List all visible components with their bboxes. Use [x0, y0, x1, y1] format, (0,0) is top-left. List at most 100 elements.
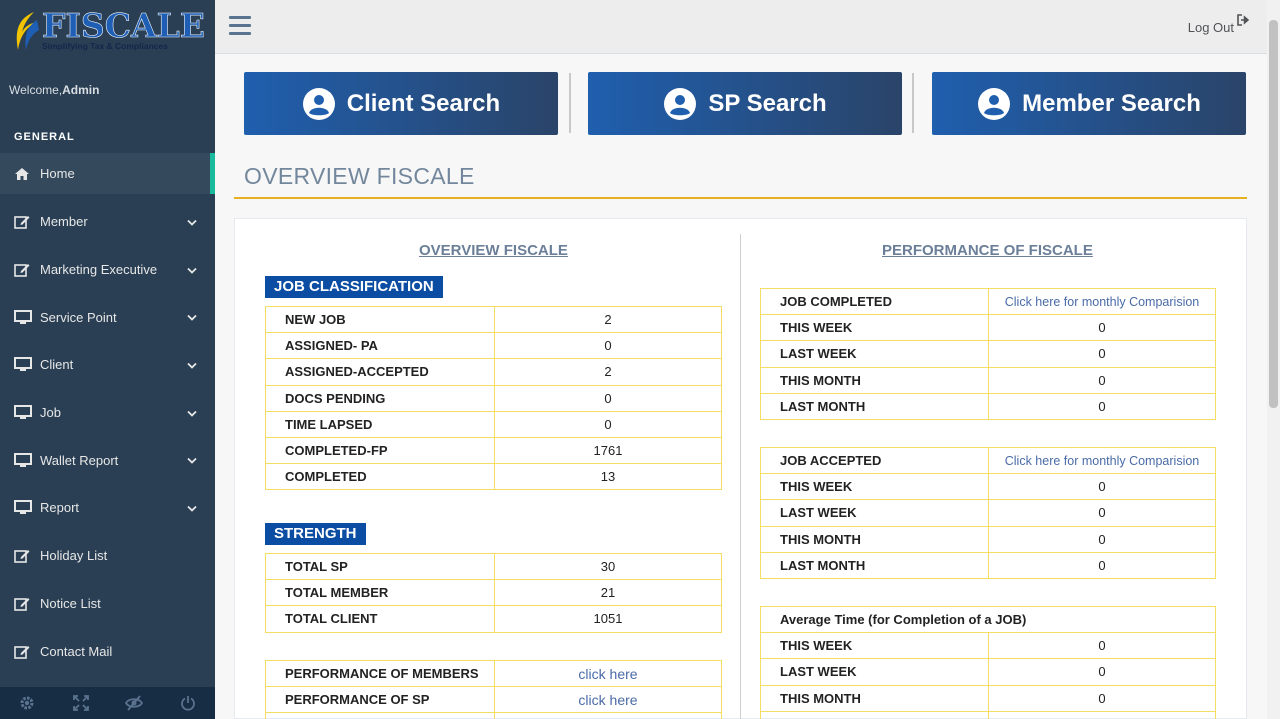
table-row: DOCS PENDING 0: [265, 384, 722, 412]
title-divider: [234, 197, 1247, 199]
sidebar-item-label: Home: [40, 166, 75, 181]
monthly-comparison-link[interactable]: Click here for monthly Comparision: [988, 446, 1216, 475]
row-label: LAST MONTH: [760, 392, 989, 420]
row-label: THIS WEEK: [760, 314, 989, 342]
row-label: DOCS PENDING: [265, 384, 495, 412]
monitor-icon: [14, 405, 34, 420]
table-title: JOB COMPLETED: [760, 287, 989, 316]
sidebar-item-marketing-executive[interactable]: Marketing Executive: [0, 246, 215, 294]
row-label: LAST WEEK: [760, 499, 989, 527]
client-search-button[interactable]: Client Search: [244, 72, 558, 135]
page-scrollbar[interactable]: [1267, 0, 1280, 719]
overview-heading-link[interactable]: OVERVIEW FISCALE: [419, 242, 568, 259]
row-value: 1761: [494, 436, 722, 465]
table-row: THIS WEEK 0: [760, 473, 1216, 501]
power-icon[interactable]: [161, 687, 215, 719]
table-row: THIS MONTH 0: [760, 525, 1216, 553]
sidebar-item-service-point[interactable]: Service Point: [0, 293, 215, 341]
client-search-label: Client Search: [346, 89, 501, 117]
scrollbar-thumb[interactable]: [1269, 20, 1278, 408]
settings-icon[interactable]: [0, 687, 54, 719]
table-row: LAST MONTH 0: [760, 551, 1216, 579]
chevron-down-icon: [187, 405, 197, 420]
sidebar-item-label: Report: [40, 500, 80, 516]
logout-label: Log Out: [1187, 20, 1234, 35]
performance-members-link[interactable]: click here: [494, 659, 722, 688]
row-label: TIME LAPSED: [265, 410, 495, 438]
row-value: 2: [494, 305, 722, 334]
sidebar-item-client[interactable]: Client: [0, 341, 215, 389]
home-icon: [14, 167, 34, 181]
table-row: LAST MONTH 0: [760, 392, 1216, 420]
table-row: [760, 710, 1216, 719]
strength-table: TOTAL SP 30 TOTAL MEMBER 21 TOTAL CLIENT 10…: [265, 552, 722, 633]
sidebar-item-notice-list[interactable]: Notice List: [0, 580, 215, 628]
row-value: 0: [988, 658, 1216, 686]
job-classification-table: NEW JOB 2 ASSIGNED- PA 0 ASSIGNED-ACCEPTED…: [265, 305, 722, 491]
table-row: NEW JOB 2: [265, 305, 722, 334]
table-row: TOTAL SP 30: [265, 552, 722, 581]
average-time-table: Average Time (for Completion of a JOB) T…: [760, 605, 1216, 719]
table-row: THIS WEEK 0: [760, 314, 1216, 342]
row-label: THIS MONTH: [760, 684, 989, 712]
table-row: COMPLETED 13: [265, 463, 722, 491]
sidebar-item-contact-mail[interactable]: Contact Mail: [0, 627, 215, 675]
member-search-button[interactable]: Member Search: [932, 72, 1246, 135]
sidebar-item-label: Member: [40, 214, 88, 230]
sidebar-item-holiday-list[interactable]: Holiday List: [0, 532, 215, 580]
monitor-icon: [14, 452, 34, 468]
button-divider: [912, 73, 914, 133]
sidebar-item-job[interactable]: Job: [0, 389, 215, 437]
row-value: 0: [988, 551, 1216, 579]
table-title: Average Time (for Completion of a JOB): [760, 605, 1216, 634]
menu-toggle-icon[interactable]: [229, 16, 251, 36]
sp-search-button[interactable]: SP Search: [588, 72, 902, 135]
table-row: [265, 712, 722, 719]
performance-sp-link[interactable]: click here: [494, 686, 722, 714]
chevron-down-icon: [187, 357, 197, 372]
table-header-row: JOB ACCEPTED Click here for monthly Compa…: [760, 446, 1216, 475]
user-circle-icon: [978, 87, 1011, 120]
edit-icon: [14, 262, 34, 277]
table-row: COMPLETED-FP 1761: [265, 436, 722, 465]
row-label: COMPLETED-FP: [265, 436, 495, 465]
row-value: 1051: [494, 605, 722, 633]
user-name: Admin: [62, 83, 100, 97]
column-divider: [740, 234, 741, 719]
row-value: 0: [988, 684, 1216, 712]
sidebar-item-label: Contact Mail: [40, 643, 113, 659]
strength-tag: STRENGTH: [265, 523, 366, 545]
table-title: JOB ACCEPTED: [760, 446, 989, 475]
brand-logo[interactable]: FISCALE Simplifying Tax & Compliances: [8, 6, 208, 54]
page-title: OVERVIEW FISCALE: [244, 163, 475, 189]
monthly-comparison-link[interactable]: Click here for monthly Comparision: [988, 287, 1216, 316]
eye-slash-icon[interactable]: [108, 687, 162, 719]
table-row: LAST WEEK 0: [760, 340, 1216, 368]
row-value: 0: [988, 632, 1216, 660]
sidebar: FISCALE Simplifying Tax & Compliances We…: [0, 0, 215, 719]
sidebar-item-label: Client: [40, 357, 74, 373]
sidebar-menu: Home Member Marketing Executive Service …: [0, 153, 215, 675]
top-navbar: Log Out: [215, 0, 1267, 54]
row-value: 0: [494, 384, 722, 412]
row-label: TOTAL MEMBER: [265, 579, 495, 607]
chevron-down-icon: [187, 214, 197, 229]
sidebar-item-report[interactable]: Report: [0, 484, 215, 532]
performance-heading-link[interactable]: PERFORMANCE OF FISCALE: [882, 242, 1093, 259]
fullscreen-icon[interactable]: [54, 687, 108, 719]
sidebar-item-member[interactable]: Member: [0, 198, 215, 246]
monitor-icon: [14, 357, 34, 372]
logout-button[interactable]: Log Out: [1188, 14, 1250, 35]
row-label: THIS WEEK: [760, 632, 989, 660]
table-row: ASSIGNED-ACCEPTED 2: [265, 358, 722, 386]
table-row: PERFORMANCE OF MEMBERS click here: [265, 659, 722, 688]
sidebar-item-wallet-report[interactable]: Wallet Report: [0, 436, 215, 484]
row-label: THIS MONTH: [760, 525, 989, 553]
table-row: TOTAL CLIENT 1051: [265, 605, 722, 633]
monitor-icon: [14, 309, 34, 325]
edit-icon: [14, 214, 34, 230]
user-circle-icon: [664, 87, 697, 120]
row-value: 0: [494, 332, 722, 360]
row-value: 2: [494, 358, 722, 386]
sidebar-item-home[interactable]: Home: [0, 153, 215, 194]
